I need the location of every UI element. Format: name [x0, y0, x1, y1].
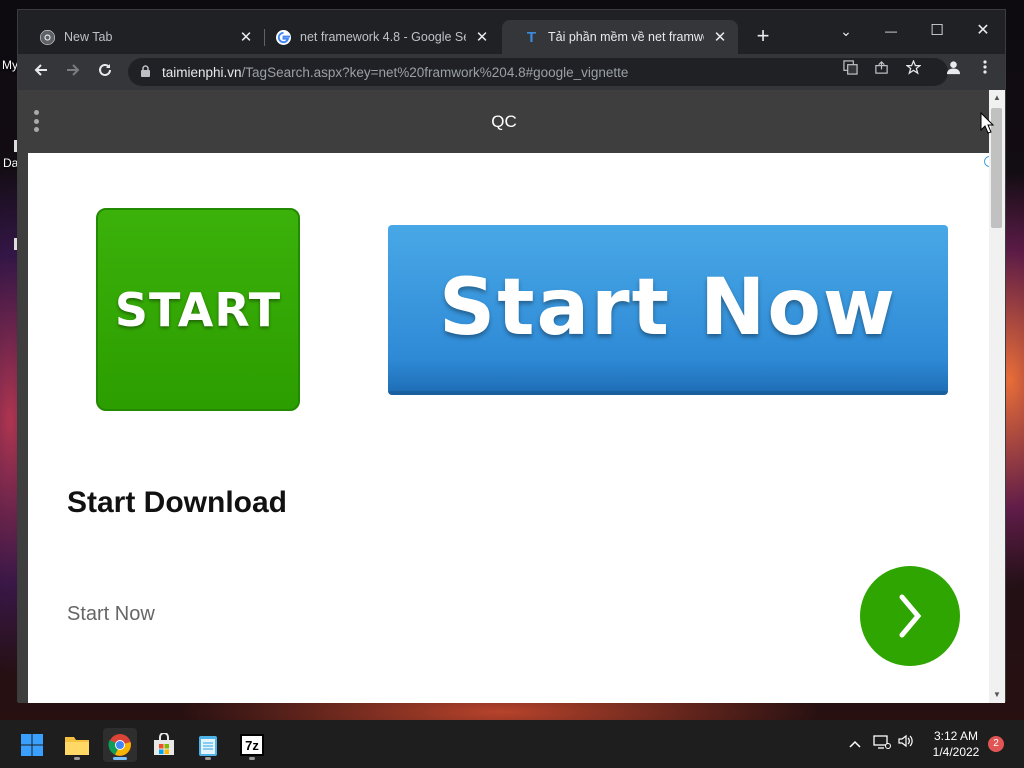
chrome-icon [40, 29, 55, 45]
ad-frame-border [18, 153, 28, 703]
lock-icon [140, 65, 152, 79]
forward-button[interactable] [60, 59, 86, 85]
browser-window: New Tab ✕ net framework 4.8 - Google Sea… [17, 9, 1006, 703]
tab-google-search[interactable]: net framework 4.8 - Google Sear ✕ [254, 20, 500, 54]
tab-strip: New Tab ✕ net framework 4.8 - Google Sea… [18, 10, 1005, 54]
taskbar-microsoft-store[interactable] [147, 728, 181, 762]
tab-title: Tải phần mềm về net framwork [548, 30, 704, 44]
mouse-cursor-icon [980, 112, 994, 134]
taskbar-chrome[interactable] [103, 728, 137, 762]
clock-time: 3:12 AM [933, 729, 979, 743]
chevron-up-icon[interactable] [846, 734, 864, 752]
reload-icon [99, 63, 111, 76]
taskbar-start-button[interactable] [15, 728, 49, 762]
ad-label: QC [491, 111, 517, 131]
page-viewport: QC START Start Now Start Download Start … [18, 90, 990, 703]
taskbar-indicator-active [113, 757, 127, 760]
minimize-button[interactable]: — [868, 16, 914, 46]
tab-search-chevron-icon[interactable]: ⌄ [823, 16, 869, 46]
share-icon[interactable] [869, 58, 893, 82]
forward-arrow-icon [67, 64, 80, 76]
tab-title: net framework 4.8 - Google Sear [300, 30, 466, 44]
tab-taimienphi[interactable]: T Tải phần mềm về net framwork ✕ [502, 20, 738, 54]
tab-title: New Tab [64, 30, 113, 44]
chevron-right-icon [899, 594, 922, 638]
start-menu-icon [21, 734, 43, 756]
taskbar-indicator [249, 757, 255, 760]
taskbar-clock[interactable]: 3:12 AM 1/4/2022 [922, 728, 990, 760]
bookmark-star-icon[interactable] [901, 58, 925, 82]
ad-header-bar: QC [18, 90, 990, 153]
notification-badge[interactable]: 2 [988, 736, 1004, 752]
reload-button[interactable] [92, 59, 118, 85]
close-icon[interactable]: ✕ [238, 28, 254, 46]
file-explorer-icon [65, 737, 89, 755]
scroll-down-arrow-icon[interactable]: ▼ [992, 690, 1002, 700]
page-scrollbar[interactable]: ▲ ▼ [989, 90, 1005, 703]
chrome-icon [108, 734, 131, 756]
taimienphi-icon: T [526, 28, 537, 46]
taskbar-indicator [74, 757, 80, 760]
translate-icon[interactable] [838, 58, 862, 82]
taskbar-7zip[interactable]: 7z [235, 728, 269, 762]
url-host: taimienphi.vn [162, 64, 242, 80]
notepad-icon [199, 736, 217, 756]
profile-icon[interactable] [941, 58, 965, 82]
browser-toolbar: taimienphi.vn/TagSearch.aspx?key=net%20f… [18, 54, 1005, 90]
7zip-icon-label: 7z [245, 737, 259, 753]
back-button[interactable] [28, 59, 54, 85]
url-path: /TagSearch.aspx?key=net%20framwork%204.8… [241, 64, 629, 80]
volume-icon[interactable] [897, 734, 915, 752]
taskbar: 7z 3:12 AM 1/4/2022 2 [0, 720, 1024, 768]
ad-subtext[interactable]: Start Now [67, 603, 155, 626]
ad-start-now-button[interactable]: Start Now [388, 225, 948, 395]
desktop-icon-label[interactable]: My [2, 58, 18, 72]
back-arrow-icon [34, 64, 47, 76]
tab-new-tab[interactable]: New Tab ✕ [18, 20, 264, 54]
new-tab-button[interactable]: + [750, 24, 776, 50]
taskbar-indicator [205, 757, 211, 760]
scroll-up-arrow-icon[interactable]: ▲ [992, 93, 1002, 103]
close-icon[interactable]: ✕ [712, 28, 728, 46]
address-bar[interactable]: taimienphi.vn/TagSearch.aspx?key=net%20f… [128, 58, 948, 86]
network-icon[interactable] [873, 734, 891, 752]
maximize-button[interactable]: ☐ [914, 16, 960, 46]
clock-date: 1/4/2022 [932, 745, 980, 759]
close-icon[interactable]: ✕ [474, 28, 490, 46]
ad-start-button[interactable]: START [96, 208, 300, 411]
taskbar-file-explorer[interactable] [60, 728, 94, 762]
ad-headline[interactable]: Start Download [67, 486, 287, 520]
taskbar-notepad[interactable] [191, 728, 225, 762]
kebab-menu-icon[interactable] [973, 58, 997, 82]
microsoft-store-icon [154, 733, 174, 755]
ad-arrow-button[interactable] [860, 566, 960, 666]
close-window-button[interactable]: ✕ [960, 16, 1006, 46]
7zip-icon: 7z [240, 734, 264, 756]
google-icon [276, 29, 291, 45]
ad-options-icon[interactable] [32, 110, 40, 132]
